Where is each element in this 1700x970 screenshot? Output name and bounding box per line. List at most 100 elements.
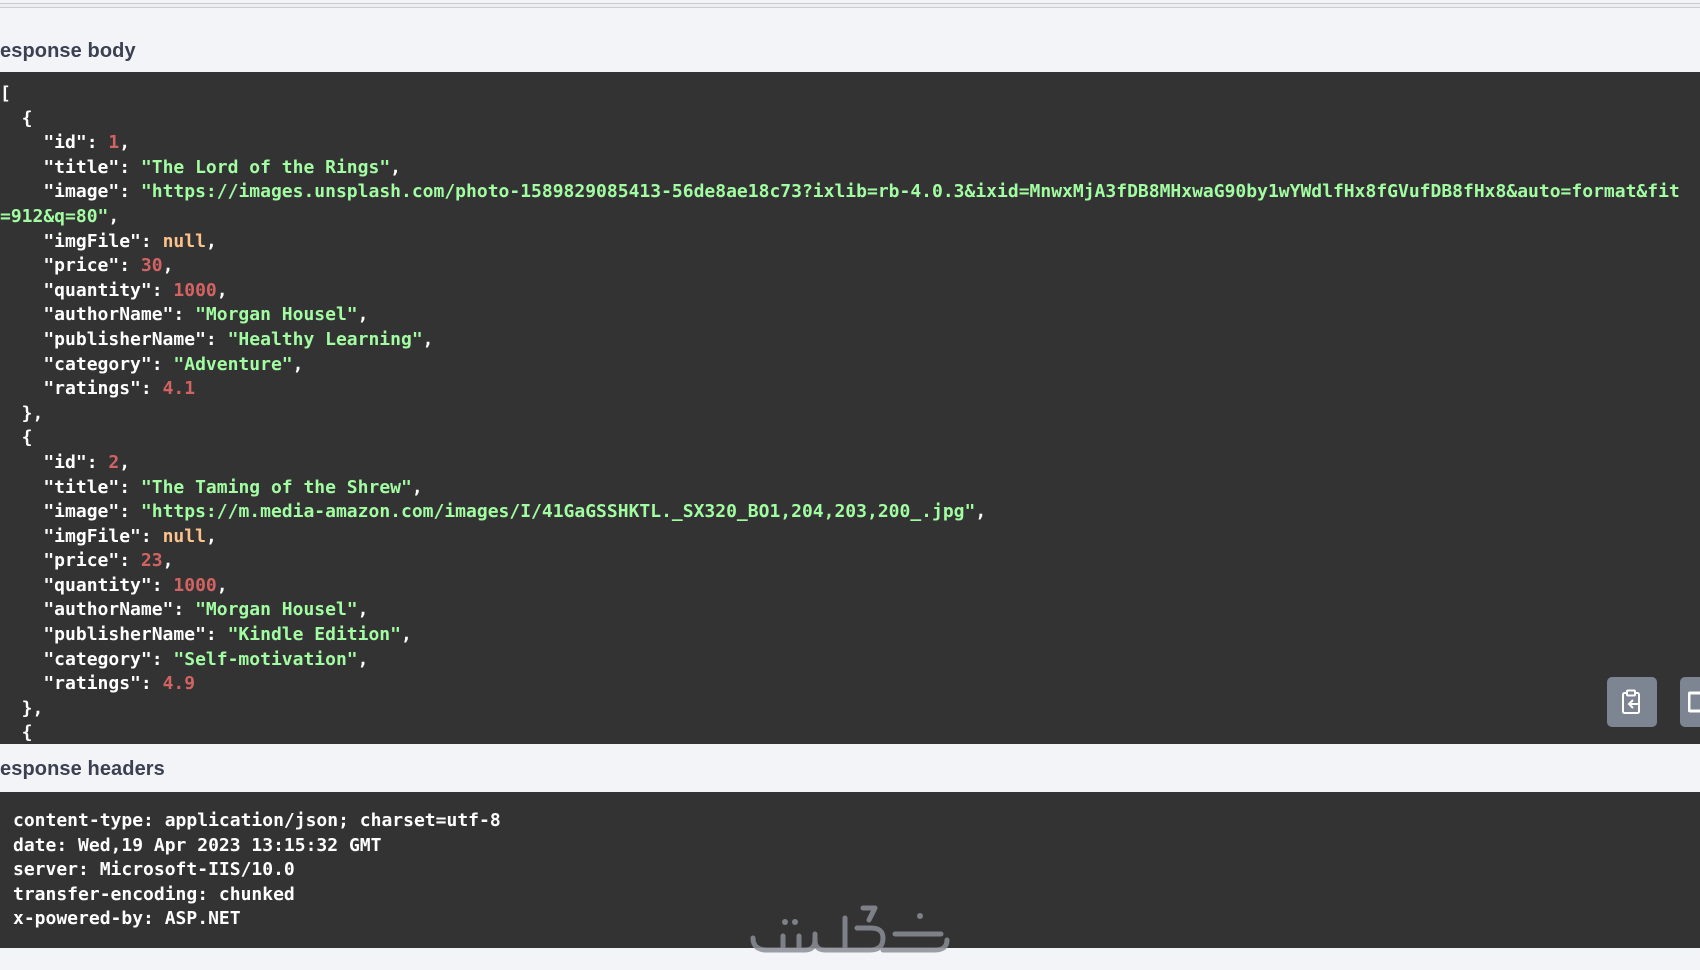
json-token: "ratings" [0,673,141,695]
json-token: "imgFile" [0,525,141,547]
json-token: }, [0,697,44,719]
json-token: "category" [0,648,152,670]
json-line: [ [0,82,1680,107]
json-token: "id" [0,132,87,154]
header-line: content-type: application/json; charset=… [13,810,501,831]
json-token: "imgFile" [0,230,141,252]
json-token: "https://images.unsplash.com/photo-15898… [140,181,1680,203]
json-token: : [151,648,174,670]
khamsat-logo-icon [750,905,950,953]
json-token: "id" [0,451,87,473]
json-token: : [173,599,196,621]
json-token: : [86,132,109,154]
json-line: "imgFile": null, [0,525,1680,550]
json-line: "ratings": 4.1 [0,377,1680,402]
json-token: "title" [0,476,120,498]
json-token: "The Taming of the Shrew" [140,476,412,498]
json-line: "image": "https://images.unsplash.com/ph… [0,180,1680,205]
json-token: , [292,353,304,375]
response-body-title: esponse body [0,40,136,62]
json-line: "image": "https://m.media-amazon.com/ima… [0,500,1680,525]
json-token: , [119,132,131,154]
json-token: , [400,624,412,646]
json-token: , [390,156,401,178]
json-token: "price" [0,550,120,572]
json-line: "title": "The Lord of the Rings", [0,156,1680,181]
json-token: null [162,230,206,252]
json-token: : [151,574,174,596]
json-line: { [0,426,1680,451]
json-token: , [205,525,217,547]
json-line: "title": "The Taming of the Shrew", [0,476,1680,501]
json-token: : [119,255,141,277]
response-headers-title: esponse headers [0,758,165,780]
json-token: : [205,328,228,350]
json-line: "publisherName": "Healthy Learning", [0,328,1680,353]
json-token: , [205,230,217,252]
json-line: }, [0,402,1680,427]
json-line: "price": 30, [0,254,1680,279]
header-line: transfer-encoding: chunked [13,883,295,905]
json-token: , [216,574,228,596]
json-token: { [0,107,33,129]
json-token: "authorName" [0,599,174,621]
json-token: : [140,378,163,400]
json-line: { [0,107,1680,132]
json-token: "Adventure" [173,353,293,375]
json-token: : [119,476,141,498]
json-token: null [162,525,206,547]
download-button[interactable] [1680,677,1700,727]
json-token: , [108,205,120,227]
json-token: 1000 [173,574,217,596]
json-line: =912&q=80", [0,205,1680,230]
download-icon [1688,691,1700,713]
json-token: , [411,476,423,498]
json-token: : [205,624,228,646]
json-token: : [173,304,196,326]
json-token: =912&q=80" [0,205,109,227]
json-line: "id": 1, [0,131,1680,156]
json-token: "image" [0,501,120,523]
json-token: : [140,525,163,547]
json-token: 2 [108,451,120,473]
json-line: "quantity": 1000, [0,279,1680,304]
json-line: "quantity": 1000, [0,574,1680,599]
copy-to-clipboard-button[interactable] [1607,677,1657,727]
json-token: 1 [108,132,120,154]
json-line: "publisherName": "Kindle Edition", [0,623,1680,648]
json-token: { [0,427,33,449]
json-content: [ { "id": 1, "title": "The Lord of the R… [0,82,1680,744]
json-token: , [357,599,369,621]
json-line: "category": "Self-motivation", [0,648,1680,673]
json-line: "ratings": 4.9 [0,672,1680,697]
json-token: : [119,156,141,178]
json-token: , [162,255,174,277]
json-token: : [86,451,109,473]
json-token: : [140,673,163,695]
json-token: 4.9 [162,673,196,695]
json-token: : [151,353,174,375]
json-token: "Self-motivation" [173,648,358,670]
json-token: "category" [0,353,152,375]
json-line: "id": 2, [0,451,1680,476]
clipboard-icon [1622,689,1640,714]
response-body-code[interactable]: [ { "id": 1, "title": "The Lord of the R… [0,72,1700,744]
json-token: 30 [140,255,163,277]
json-token: : [119,501,141,523]
json-token: , [119,451,131,473]
header-line: server: Microsoft-IIS/10.0 [13,859,295,881]
json-token: "Kindle Edition" [227,624,401,646]
json-token: "quantity" [0,574,152,596]
json-line: "imgFile": null, [0,230,1680,255]
json-token: , [357,304,369,326]
json-token: 4.1 [162,378,196,400]
json-token: : [119,550,141,572]
json-token: "https://m.media-amazon.com/images/I/41G… [140,501,976,523]
json-line: }, [0,697,1680,722]
json-token: , [357,648,369,670]
json-token: , [216,279,228,301]
json-token: "authorName" [0,304,174,326]
json-token: 1000 [173,279,217,301]
json-token: : [140,230,163,252]
json-line: { [0,721,1680,744]
